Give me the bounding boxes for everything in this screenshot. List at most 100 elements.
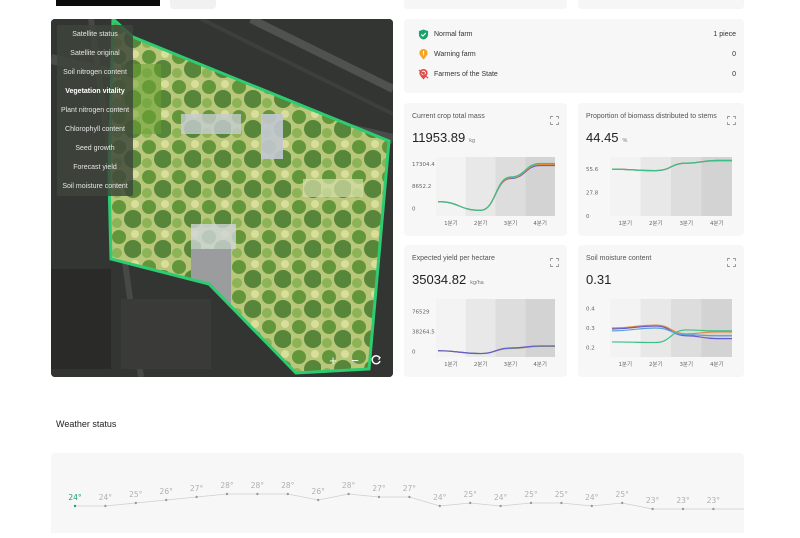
temperature-point [651, 507, 654, 511]
refresh-icon [371, 355, 381, 365]
temperature-point [712, 507, 715, 511]
temperature-point [560, 501, 563, 505]
y-tick-label: 76529 [412, 309, 430, 315]
y-tick-label: 0 [586, 214, 590, 220]
quarter-band [671, 157, 702, 216]
layer-item-soil-moisture-content[interactable]: Soil moisture content [57, 177, 133, 196]
y-tick-label: 0 [412, 206, 416, 212]
x-tick-label: 3분기 [504, 360, 518, 368]
y-tick-label: 27.8 [586, 191, 599, 197]
quarter-band [436, 299, 466, 357]
temperature-label: 27° [190, 484, 204, 493]
x-tick-label: 3분기 [679, 219, 693, 227]
temperature-point [438, 504, 441, 508]
temperature-label: 25° [524, 490, 538, 499]
temperature-label: 24° [433, 493, 447, 502]
soil-moisture-card: Soil moisture content 0.31 1분기 2분기 3분기 4분기 0.4… [578, 245, 744, 377]
line-chart: 1분기 2분기 3분기 4분기 17304.4 8652.2 0 [412, 157, 555, 227]
quarter-band [671, 299, 702, 357]
zoom-in-button[interactable]: + [326, 354, 340, 368]
shield-check-icon [418, 29, 430, 41]
zoom-out-button[interactable]: − [348, 354, 362, 368]
x-tick-label: 2분기 [474, 219, 488, 227]
temperature-label: 25° [464, 490, 478, 499]
status-label: Warning farm [434, 51, 476, 58]
quarter-band [465, 157, 496, 216]
biomass-stems-card: Proportion of biomass distributed to ste… [578, 103, 744, 236]
farm-status-card: Normal farm 1 piece Warning farm 0 Farmers o… [404, 19, 744, 93]
crop-mass-card: Current crop total mass 11953.89 kg 1분기 2분기 3… [404, 103, 567, 236]
x-tick-label: 2분기 [649, 219, 663, 227]
y-tick-label: 0 [412, 350, 416, 356]
status-count: 1 piece [713, 31, 736, 38]
temperature-point [621, 501, 624, 505]
x-tick-label: 1분기 [444, 360, 458, 368]
weather-card: 24° 24° 25° 26° 27° 28° 28° 28° 26° 28° 27° 27° 24° 2… [51, 453, 744, 533]
x-tick-label: 3분기 [504, 219, 518, 227]
y-tick-label: 17304.4 [412, 162, 435, 168]
temperature-label: 26° [312, 487, 326, 496]
y-tick-label: 0.2 [586, 345, 595, 351]
status-count: 0 [732, 71, 736, 78]
quarter-band [640, 157, 671, 216]
top-dark-bar [56, 0, 160, 6]
temperature-point [104, 504, 107, 508]
quarter-band [701, 299, 732, 357]
x-tick-label: 1분기 [618, 360, 632, 368]
layer-item-vegetation-vitality[interactable]: Vegetation vitality [57, 82, 133, 101]
y-tick-label: 0.4 [586, 307, 595, 313]
x-tick-label: 2분기 [649, 360, 663, 368]
temperature-label: 25° [129, 490, 143, 499]
layer-item-chlorophyll-content[interactable]: Chlorophyll content [57, 120, 133, 139]
line-chart: 1분기 2분기 3분기 4분기 55.6 27.8 0 [586, 157, 732, 227]
y-tick-label: 55.6 [586, 167, 599, 173]
x-tick-label: 4분기 [533, 360, 547, 368]
x-tick-label: 1분기 [444, 219, 458, 227]
temperature-point [225, 492, 229, 496]
weather-chart: 24° 24° 25° 26° 27° 28° 28° 28° 26° 28° 27° 27° 24° 2… [68, 481, 744, 511]
top-card-edge [404, 0, 567, 9]
x-tick-label: 3분기 [679, 360, 693, 368]
temperature-point [681, 507, 685, 511]
temperature-label: 27° [372, 484, 386, 493]
line-chart: 1분기 2분기 3분기 4분기 76529 38264.5 0 [412, 299, 555, 368]
satellite-map[interactable]: Satellite status Satellite original Soil n… [51, 19, 393, 377]
layer-item-forecast-yield[interactable]: Forecast yield [57, 158, 133, 177]
layer-menu: Satellite status Satellite original Soil n… [57, 25, 133, 196]
temperature-point [408, 495, 411, 499]
line-chart: 1분기 2분기 3분기 4분기 0.4 0.3 0.2 [586, 299, 732, 368]
refresh-button[interactable] [370, 354, 384, 368]
layer-item-satellite-status[interactable]: Satellite status [57, 25, 133, 44]
layer-item-plant-nitrogen-content[interactable]: Plant nitrogen content [57, 101, 133, 120]
layer-item-seed-growth[interactable]: Seed growth [57, 139, 133, 158]
temperature-point [73, 504, 77, 508]
layer-item-satellite-original[interactable]: Satellite original [57, 44, 133, 63]
temperature-label: 26° [160, 487, 174, 496]
temperature-point [347, 492, 350, 496]
yield-hectare-card: Expected yield per hectare 35034.82 kg/ha 1… [404, 245, 567, 377]
temperature-label: 24° [494, 493, 508, 502]
temperature-label: 23° [707, 496, 721, 505]
status-row-warning-farm: Warning farm 0 [418, 49, 736, 63]
temperature-point [195, 495, 198, 499]
status-row-normal-farm: Normal farm 1 piece [418, 29, 736, 43]
temperature-label: 28° [342, 481, 356, 490]
x-tick-label: 2분기 [474, 360, 488, 368]
temperature-label: 23° [676, 496, 690, 505]
layer-item-soil-nitrogen-content[interactable]: Soil nitrogen content [57, 63, 133, 82]
temperature-label: 27° [403, 484, 417, 493]
temperature-point [134, 501, 137, 505]
status-row-farmers-of-the-state: Farmers of the State 0 [418, 69, 736, 83]
temperature-point [469, 501, 472, 505]
x-tick-label: 4분기 [710, 360, 724, 368]
warning-pin-icon [418, 49, 430, 61]
status-count: 0 [732, 51, 736, 58]
top-card-edge [578, 0, 744, 9]
temperature-point [317, 498, 320, 502]
quarter-band [701, 157, 732, 216]
temperature-point [256, 492, 259, 496]
temperature-label: 25° [616, 490, 630, 499]
temperature-label: 28° [251, 481, 265, 490]
temperature-label: 28° [281, 481, 295, 490]
top-card-edge [170, 0, 216, 9]
